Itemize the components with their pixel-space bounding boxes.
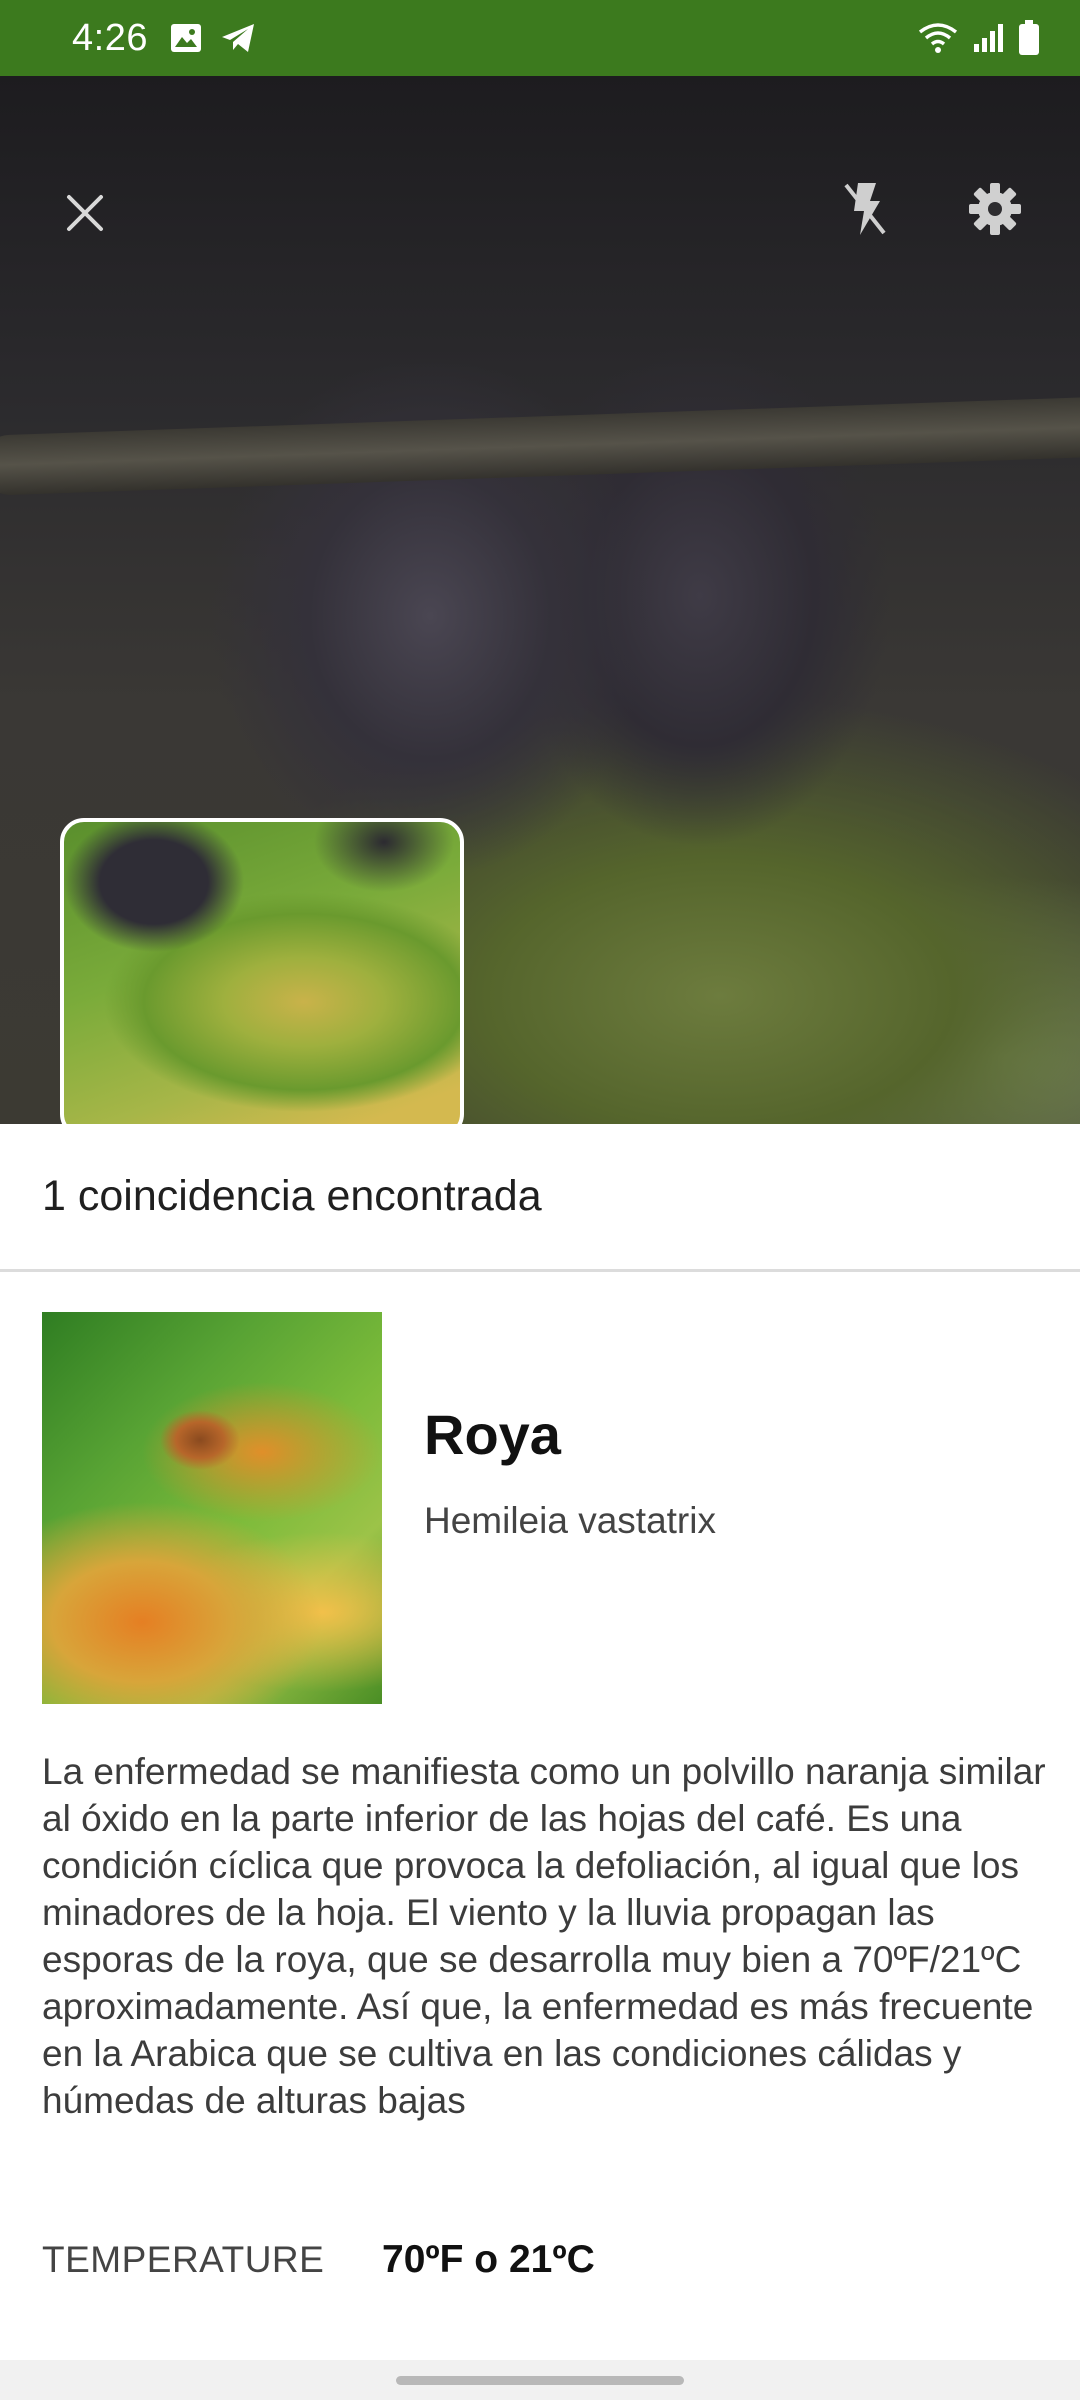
disease-description: La enfermedad se manifiesta como un polv…: [42, 1751, 1046, 2121]
status-right-icons: [918, 20, 1040, 56]
status-left-icons: [170, 22, 256, 54]
battery-icon: [1018, 20, 1040, 56]
result-card[interactable]: Roya Hemileia vastatrix La enfermedad se…: [0, 1272, 1080, 2360]
wifi-icon: [918, 22, 958, 54]
camera-preview[interactable]: [0, 76, 1080, 1124]
telegram-icon: [220, 22, 256, 54]
home-gesture-handle[interactable]: [396, 2376, 684, 2385]
flash-off-icon: [840, 179, 890, 244]
close-icon: [63, 191, 107, 240]
attribute-label: TEMPERATURE: [42, 2239, 325, 2280]
settings-button[interactable]: [960, 176, 1030, 246]
status-bar: 4:26: [0, 0, 1080, 76]
branch-background: [0, 396, 1080, 496]
system-nav-bar: [0, 2360, 1080, 2400]
disease-scientific-name: Hemileia vastatrix: [424, 1500, 716, 1541]
gear-icon: [967, 181, 1023, 242]
flash-toggle-button[interactable]: [830, 176, 900, 246]
image-icon: [170, 23, 202, 53]
status-time: 4:26: [72, 16, 148, 59]
disease-title: Roya: [424, 1403, 561, 1466]
close-button[interactable]: [50, 180, 120, 250]
attribute-value: 70ºF o 21ºC: [382, 2238, 595, 2281]
disease-image: [42, 1312, 382, 1704]
captured-image-thumbnail[interactable]: [60, 818, 464, 1124]
results-count-header: 1 coincidencia encontrada: [0, 1124, 1080, 1272]
signal-icon: [972, 22, 1004, 54]
attribute-row-temperature: TEMPERATURE 70ºF o 21ºC: [42, 2238, 595, 2282]
